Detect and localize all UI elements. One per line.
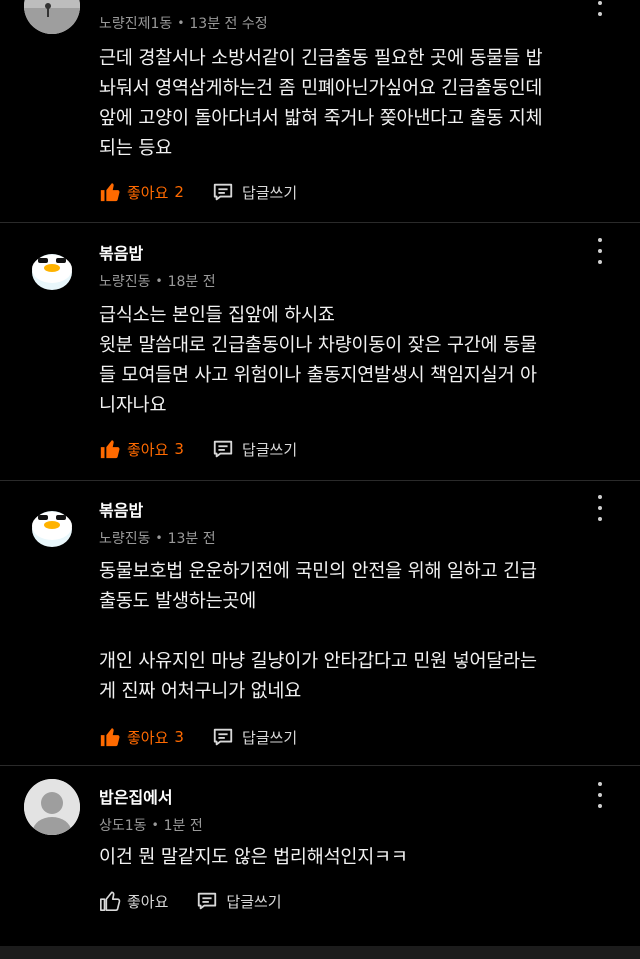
comment-author[interactable]: 밥은집에서	[99, 784, 173, 808]
meta-separator: •	[177, 16, 185, 30]
more-vertical-icon	[598, 238, 602, 242]
like-count: 2	[174, 183, 184, 201]
speech-bubble-icon	[213, 440, 233, 458]
meta-separator: •	[155, 274, 163, 288]
comment-time: 13분 전 수정	[189, 16, 268, 32]
reply-label: 답글쓰기	[241, 440, 298, 459]
like-count: 3	[174, 440, 184, 458]
thumbs-up-icon	[100, 728, 120, 747]
like-label: 좋아요	[127, 183, 169, 202]
divider	[0, 222, 640, 223]
comment-text: 근데 경찰서나 소방서같이 긴급출동 필요한 곳에 동물들 밥 놔둬서 영역삼게…	[99, 48, 543, 159]
comment-meta: 상도1동 • 1분 전	[99, 815, 203, 835]
comment-location: 노량진제1동	[99, 16, 173, 32]
reply-button[interactable]: 답글쓰기	[196, 890, 282, 912]
like-label: 좋아요	[127, 728, 169, 747]
comment-actions: 좋아요 2 답글쓰기	[99, 179, 297, 205]
comment-location: 상도1동	[99, 818, 147, 834]
avatar[interactable]	[24, 779, 80, 835]
comment-author[interactable]: 볶음밥	[99, 240, 143, 264]
thumbs-up-icon	[100, 891, 121, 911]
comment-text: 이건 뭔 말같지도 않은 법리해석인지ㅋㅋ	[99, 847, 408, 868]
more-options-button[interactable]	[590, 495, 610, 521]
reply-button[interactable]: 답글쓰기	[212, 438, 297, 460]
comment-text: 급식소는 본인들 집앞에 하시죠 윗분 말씀대로 긴급출동이나 차량이동이 잦은…	[99, 305, 537, 416]
comment-actions: 좋아요 3 답글쓰기	[99, 724, 297, 750]
more-vertical-icon	[598, 782, 602, 786]
like-label: 좋아요	[127, 440, 169, 459]
comment-meta: 노량진동 • 18분 전	[99, 271, 216, 291]
comment-author[interactable]: 볶음밥	[99, 497, 143, 521]
comment-actions: 좋아요 3 답글쓰기	[99, 436, 297, 462]
reply-button[interactable]: 답글쓰기	[212, 726, 297, 748]
bottom-bar	[0, 946, 640, 959]
avatar[interactable]	[24, 493, 80, 549]
comment-meta: 노량진동 • 13분 전	[99, 528, 216, 548]
comment-meta: 노량진제1동 • 13분 전 수정	[99, 13, 268, 33]
avatar[interactable]	[24, 0, 80, 34]
comment-time: 18분 전	[167, 274, 216, 290]
reply-label: 답글쓰기	[241, 728, 298, 747]
thumbs-up-icon	[100, 183, 120, 202]
comment-time: 1분 전	[163, 818, 203, 834]
avatar[interactable]	[24, 236, 80, 292]
more-options-button[interactable]	[590, 782, 610, 808]
like-label: 좋아요	[127, 892, 169, 911]
comment-location: 노량진동	[99, 274, 151, 290]
reply-button[interactable]: 답글쓰기	[212, 181, 297, 203]
thumbs-up-icon	[100, 440, 120, 459]
divider	[0, 480, 640, 481]
comment-time: 13분 전	[167, 531, 216, 547]
more-options-button[interactable]	[590, 0, 610, 16]
speech-bubble-icon	[213, 728, 233, 746]
divider	[0, 765, 640, 766]
speech-bubble-icon	[198, 892, 217, 910]
like-button[interactable]: 좋아요 3	[99, 438, 184, 460]
meta-separator: •	[155, 531, 163, 545]
like-button[interactable]: 좋아요 3	[99, 726, 184, 748]
like-button[interactable]: 좋아요	[99, 890, 168, 912]
comment-actions: 좋아요 답글쓰기	[99, 888, 282, 914]
like-button[interactable]: 좋아요 2	[99, 181, 184, 203]
more-vertical-icon	[598, 495, 602, 499]
reply-label: 답글쓰기	[241, 183, 298, 202]
more-options-button[interactable]	[590, 238, 610, 264]
like-count: 3	[174, 728, 184, 746]
reply-label: 답글쓰기	[226, 892, 282, 911]
comment-text: 동물보호법 운운하기전에 국민의 안전을 위해 일하고 긴급 출동도 발생하는곳…	[99, 561, 537, 702]
meta-separator: •	[151, 818, 159, 832]
comment-location: 노량진동	[99, 531, 151, 547]
speech-bubble-icon	[213, 183, 233, 201]
